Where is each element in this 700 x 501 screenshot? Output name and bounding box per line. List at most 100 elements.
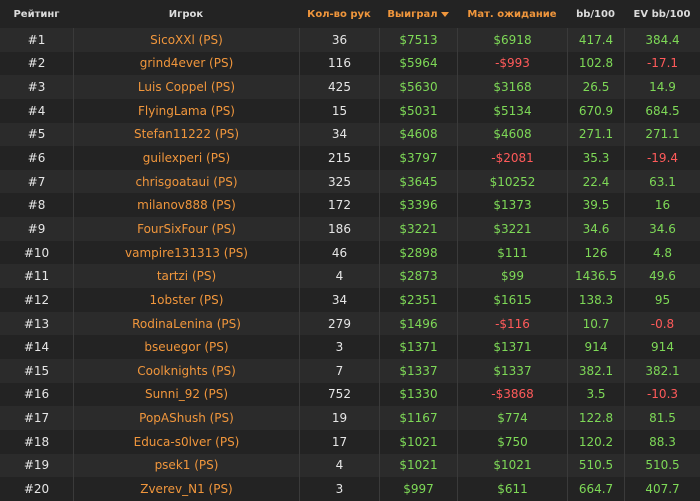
header-player[interactable]: Игрок	[73, 0, 299, 28]
table-row: #16 Sunni_92 (PS) 752 $1330 -$3868 3.5 -10.3	[0, 382, 700, 407]
won-cell: $1337	[379, 358, 457, 383]
player-link[interactable]: 1obster (PS)	[73, 288, 299, 312]
sort-desc-icon	[440, 11, 449, 17]
player-link[interactable]: chrisgoataui (PS)	[73, 169, 299, 194]
evbb100-cell: 16	[624, 193, 700, 218]
hands-cell: 7	[299, 358, 379, 383]
rank-cell: #9	[27, 221, 46, 236]
table-row: #8 milanov888 (PS) 172 $3396 $1373 39.5 16	[0, 193, 700, 218]
hands-cell: 325	[299, 169, 379, 194]
hands-cell: 19	[299, 406, 379, 430]
ev-cell: $3221	[457, 217, 567, 241]
table-row: #14 bseuegor (PS) 3 $1371 $1371 914 914	[0, 335, 700, 359]
player-link[interactable]: bseuegor (PS)	[73, 335, 299, 359]
ev-cell: $750	[457, 429, 567, 454]
rank-cell: #7	[27, 174, 46, 189]
header-evbb100[interactable]: EV bb/100	[624, 0, 700, 28]
table-row: #11 tartzi (PS) 4 $2873 $99 1436.5 49.6	[0, 264, 700, 289]
hands-cell: 36	[299, 28, 379, 52]
bb100-cell: 1436.5	[567, 264, 624, 289]
hands-cell: 116	[299, 51, 379, 76]
player-link[interactable]: grind4ever (PS)	[73, 51, 299, 76]
table-row: #1 SicoXXl (PS) 36 $7513 $6918 417.4 384.4	[0, 28, 700, 52]
player-link[interactable]: guilexperi (PS)	[73, 146, 299, 170]
player-link[interactable]: FourSixFour (PS)	[73, 217, 299, 241]
evbb100-cell: 34.6	[624, 217, 700, 241]
rank-cell: #2	[27, 56, 46, 71]
won-cell: $5630	[379, 75, 457, 99]
evbb100-cell: 95	[624, 288, 700, 312]
player-link[interactable]: Sunni_92 (PS)	[73, 382, 299, 407]
rank-cell: #20	[23, 481, 50, 496]
hands-cell: 279	[299, 311, 379, 336]
player-link[interactable]: PopAShush (PS)	[73, 406, 299, 430]
bb100-cell: 39.5	[567, 193, 624, 218]
hands-cell: 15	[299, 98, 379, 123]
bb100-cell: 26.5	[567, 75, 624, 99]
evbb100-cell: 384.4	[624, 28, 700, 52]
header-rank[interactable]: Рейтинг	[0, 0, 73, 28]
ev-cell: $1373	[457, 193, 567, 218]
bb100-cell: 10.7	[567, 311, 624, 336]
table-row: #10 vampire131313 (PS) 46 $2898 $111 126 4.8	[0, 240, 700, 265]
table-row: #17 PopAShush (PS) 19 $1167 $774 122.8 81.5	[0, 406, 700, 430]
table-row: #5 Stefan11222 (PS) 34 $4608 $4608 271.1 271.1	[0, 122, 700, 147]
player-link[interactable]: Zverev_N1 (PS)	[73, 477, 299, 501]
hands-cell: 425	[299, 75, 379, 99]
hands-cell: 34	[299, 122, 379, 147]
rank-cell: #14	[23, 340, 50, 355]
header-bb100[interactable]: bb/100	[567, 0, 624, 28]
player-link[interactable]: Educa-s0lver (PS)	[73, 429, 299, 454]
evbb100-cell: 382.1	[624, 358, 700, 383]
hands-cell: 3	[299, 335, 379, 359]
table-row: #13 RodinaLenina (PS) 279 $1496 -$116 10.7 -0.…	[0, 311, 700, 336]
won-cell: $4608	[379, 122, 457, 147]
player-link[interactable]: milanov888 (PS)	[73, 193, 299, 218]
player-link[interactable]: SicoXXl (PS)	[73, 28, 299, 52]
bb100-cell: 126	[567, 240, 624, 265]
hands-cell: 172	[299, 193, 379, 218]
won-cell: $1167	[379, 406, 457, 430]
evbb100-cell: 49.6	[624, 264, 700, 289]
player-link[interactable]: RodinaLenina (PS)	[73, 311, 299, 336]
rank-cell: #10	[23, 245, 50, 260]
player-link[interactable]: Stefan11222 (PS)	[73, 122, 299, 147]
player-link[interactable]: tartzi (PS)	[73, 264, 299, 289]
bb100-cell: 382.1	[567, 358, 624, 383]
bb100-cell: 138.3	[567, 288, 624, 312]
evbb100-cell: 684.5	[624, 98, 700, 123]
ev-cell: $111	[457, 240, 567, 265]
table-row: #4 FlyingLama (PS) 15 $5031 $5134 670.9 684.5	[0, 98, 700, 123]
player-link[interactable]: vampire131313 (PS)	[73, 240, 299, 265]
rank-cell: #8	[27, 198, 46, 213]
ev-cell: -$993	[457, 51, 567, 76]
player-link[interactable]: Luis Coppel (PS)	[73, 75, 299, 99]
bb100-cell: 120.2	[567, 429, 624, 454]
bb100-cell: 510.5	[567, 453, 624, 478]
header-won[interactable]: Выиграл	[379, 0, 457, 28]
evbb100-cell: -10.3	[624, 382, 700, 407]
table-body: #1 SicoXXl (PS) 36 $7513 $6918 417.4 384.4 #2 gr…	[0, 28, 700, 501]
evbb100-cell: 14.9	[624, 75, 700, 99]
won-cell: $2898	[379, 240, 457, 265]
rank-cell: #3	[27, 80, 46, 95]
bb100-cell: 22.4	[567, 169, 624, 194]
rank-cell: #1	[27, 32, 46, 47]
table-header: Рейтинг Игрок Кол-во рук Выиграл Мат. ож…	[0, 0, 700, 28]
rank-cell: #12	[23, 292, 50, 307]
bb100-cell: 670.9	[567, 98, 624, 123]
ev-cell: $611	[457, 477, 567, 501]
ev-cell: $5134	[457, 98, 567, 123]
header-ev[interactable]: Мат. ожидание	[457, 0, 567, 28]
won-cell: $1496	[379, 311, 457, 336]
evbb100-cell: 271.1	[624, 122, 700, 147]
evbb100-cell: 510.5	[624, 453, 700, 478]
won-cell: $7513	[379, 28, 457, 52]
player-link[interactable]: psek1 (PS)	[73, 453, 299, 478]
hands-cell: 17	[299, 429, 379, 454]
player-link[interactable]: FlyingLama (PS)	[73, 98, 299, 123]
header-hands[interactable]: Кол-во рук	[299, 0, 379, 28]
hands-cell: 215	[299, 146, 379, 170]
player-link[interactable]: Coolknights (PS)	[73, 358, 299, 383]
evbb100-cell: 88.3	[624, 429, 700, 454]
